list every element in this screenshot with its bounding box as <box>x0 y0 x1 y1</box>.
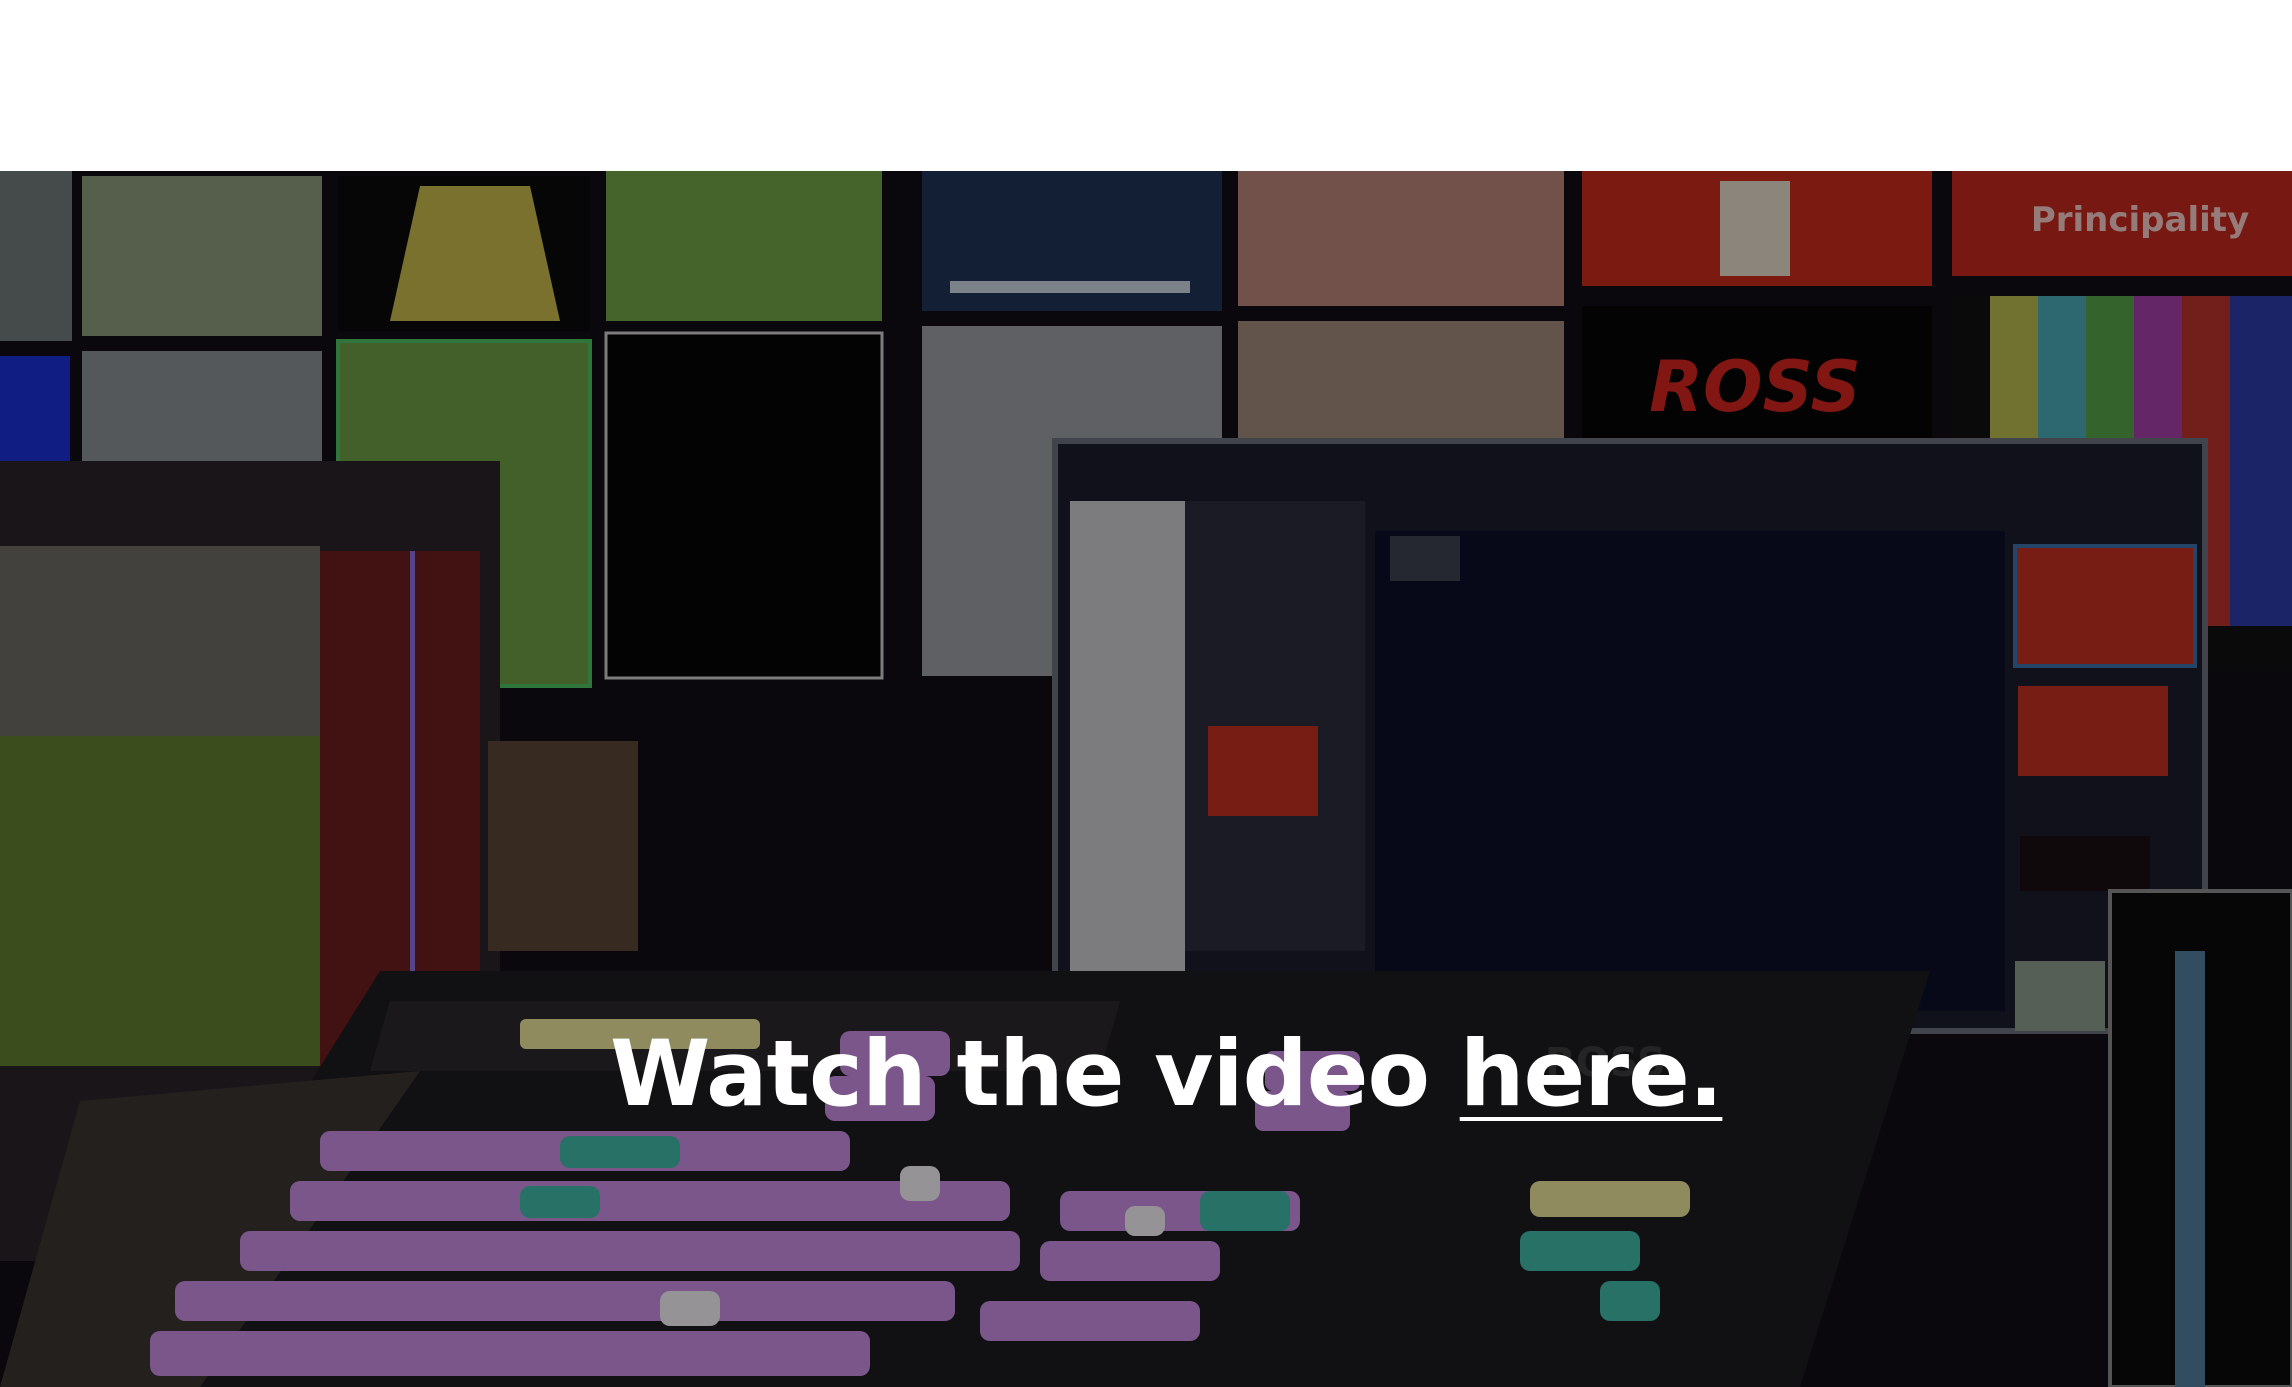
control-room-image: Principality ROSS ROSS <box>0 171 2292 1387</box>
headline-prefix: Watch the video <box>610 1022 1460 1127</box>
hero-headline: Watch the video here. <box>610 1029 1723 1120</box>
hero-banner: Principality ROSS ROSS Watch the video h… <box>0 171 2292 1387</box>
top-whitespace <box>0 0 2292 171</box>
watch-video-link[interactable]: here. <box>1460 1022 1724 1127</box>
